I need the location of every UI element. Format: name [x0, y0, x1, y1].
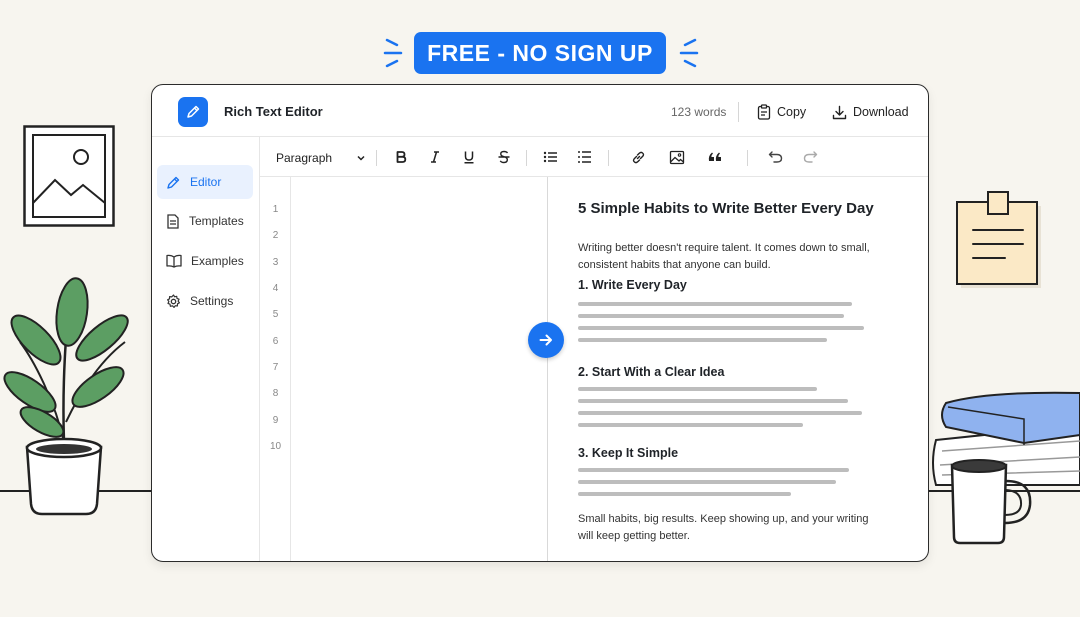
toolbar-separator: [526, 150, 527, 166]
link-icon[interactable]: [629, 148, 647, 166]
sparkle-left-icon: [383, 38, 403, 68]
preview-heading: 2. Start With a Clear Idea: [578, 365, 725, 379]
app-title: Rich Text Editor: [224, 104, 323, 119]
bold-icon[interactable]: [392, 148, 410, 166]
download-label: Download: [853, 105, 909, 119]
toolbar-separator: [608, 150, 609, 166]
sparkle-right-icon: [679, 38, 699, 68]
editor-input-pane[interactable]: [291, 177, 547, 561]
placeholder-line: [578, 468, 849, 472]
chevron-down-icon: [357, 155, 365, 161]
titlebar-divider: [738, 102, 739, 122]
pencil-icon: [167, 176, 180, 189]
word-count: 123 words: [671, 105, 727, 119]
preview-heading: 3. Keep It Simple: [578, 446, 679, 460]
placeholder-line: [578, 399, 848, 403]
underline-icon[interactable]: [460, 148, 478, 166]
preview-title: 5 Simple Habits to Write Better Every Da…: [578, 200, 874, 217]
placeholder-line: [578, 314, 844, 318]
placeholder-line: [578, 326, 864, 330]
download-icon: [832, 105, 847, 119]
toolbar-separator: [747, 150, 748, 166]
sidebar: Editor Templates Examples Settings: [152, 137, 260, 561]
download-button[interactable]: Download: [832, 102, 909, 122]
app-logo-pencil-icon: [178, 97, 208, 127]
sidebar-item-settings[interactable]: Settings: [157, 284, 253, 318]
potted-plant-icon: [3, 277, 129, 516]
placeholder-line: [578, 423, 803, 427]
sidebar-item-label: Examples: [191, 254, 244, 268]
placeholder-line: [578, 480, 836, 484]
sidebar-item-editor[interactable]: Editor: [157, 165, 253, 199]
arrow-right-icon: [539, 334, 552, 346]
book-icon: [166, 254, 182, 268]
line-number: 2: [272, 230, 279, 241]
bulleted-list-icon[interactable]: [541, 148, 559, 166]
block-format-value: Paragraph: [276, 151, 333, 165]
books-and-mug-icon: [932, 391, 1080, 545]
picture-frame-icon: [23, 125, 115, 227]
title-bar: Rich Text Editor 123 words Copy Download: [152, 85, 928, 137]
placeholder-line: [578, 338, 827, 342]
line-number: 10: [269, 441, 282, 452]
line-number: 3: [272, 257, 279, 268]
toolbar-separator: [376, 150, 377, 166]
preview-heading: 1. Write Every Day: [578, 278, 687, 292]
line-number: 9: [272, 415, 279, 426]
preview-pane: 5 Simple Habits to Write Better Every Da…: [578, 177, 898, 561]
sidebar-item-label: Editor: [190, 175, 222, 189]
line-number-gutter: 1 2 3 4 5 6 7 8 9 10: [260, 177, 291, 561]
line-number: 5: [272, 309, 279, 320]
italic-icon[interactable]: [426, 148, 444, 166]
sidebar-item-templates[interactable]: Templates: [157, 204, 253, 238]
placeholder-line: [578, 492, 791, 496]
strikethrough-icon[interactable]: [495, 148, 513, 166]
copy-button[interactable]: Copy: [757, 102, 806, 122]
gear-icon: [167, 293, 180, 308]
line-number: 4: [272, 283, 279, 294]
sidebar-item-label: Templates: [189, 214, 244, 228]
line-number: 7: [272, 362, 279, 373]
formatting-toolbar: Paragraph: [260, 137, 928, 177]
free-banner: FREE - NO SIGN UP: [414, 32, 666, 74]
line-number: 1: [272, 204, 279, 215]
image-icon[interactable]: [668, 148, 686, 166]
sidebar-item-label: Settings: [190, 294, 234, 308]
preview-outro: Small habits, big results. Keep showing …: [578, 513, 869, 542]
undo-icon[interactable]: [766, 148, 784, 166]
clipboard-icon: [757, 104, 771, 120]
copy-label: Copy: [777, 105, 807, 119]
placeholder-line: [578, 411, 862, 415]
convert-arrow-button[interactable]: [528, 322, 564, 358]
document-icon: [167, 213, 179, 229]
line-number: 6: [272, 336, 279, 347]
redo-icon[interactable]: [801, 148, 819, 166]
preview-intro: Writing better doesn't require talent. I…: [578, 242, 870, 271]
quote-icon[interactable]: [706, 148, 724, 166]
editor-window: Rich Text Editor 123 words Copy Download…: [151, 84, 929, 562]
placeholder-line: [578, 387, 817, 391]
placeholder-line: [578, 302, 852, 306]
sidebar-item-examples[interactable]: Examples: [157, 244, 253, 278]
block-format-select[interactable]: Paragraph: [276, 149, 366, 167]
numbered-list-icon[interactable]: [575, 148, 593, 166]
pane-divider: [547, 177, 548, 561]
sticky-note-icon: [956, 191, 1041, 288]
line-number: 8: [272, 388, 279, 399]
